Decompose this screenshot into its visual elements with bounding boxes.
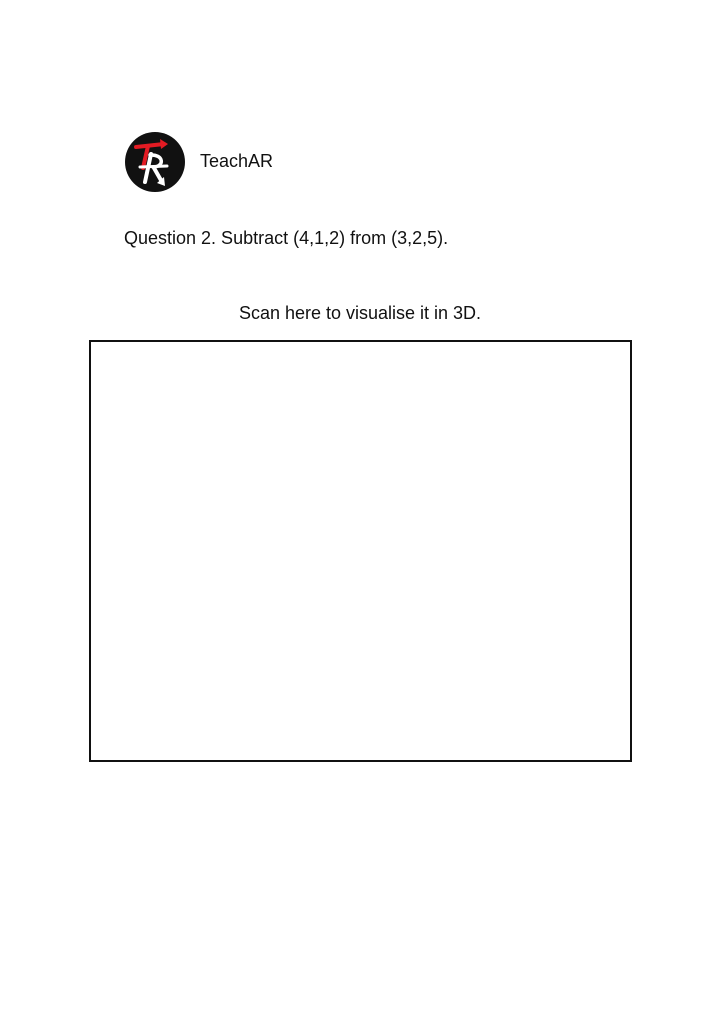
brand-name: TeachAR xyxy=(200,151,274,171)
scan-target-box xyxy=(89,340,632,762)
scan-caption: Scan here to visualise it in 3D. xyxy=(238,303,482,323)
question-text: Question 2. Subtract (4,1,2) from (3,2,5… xyxy=(124,228,449,248)
teachar-logo-icon xyxy=(124,131,186,193)
